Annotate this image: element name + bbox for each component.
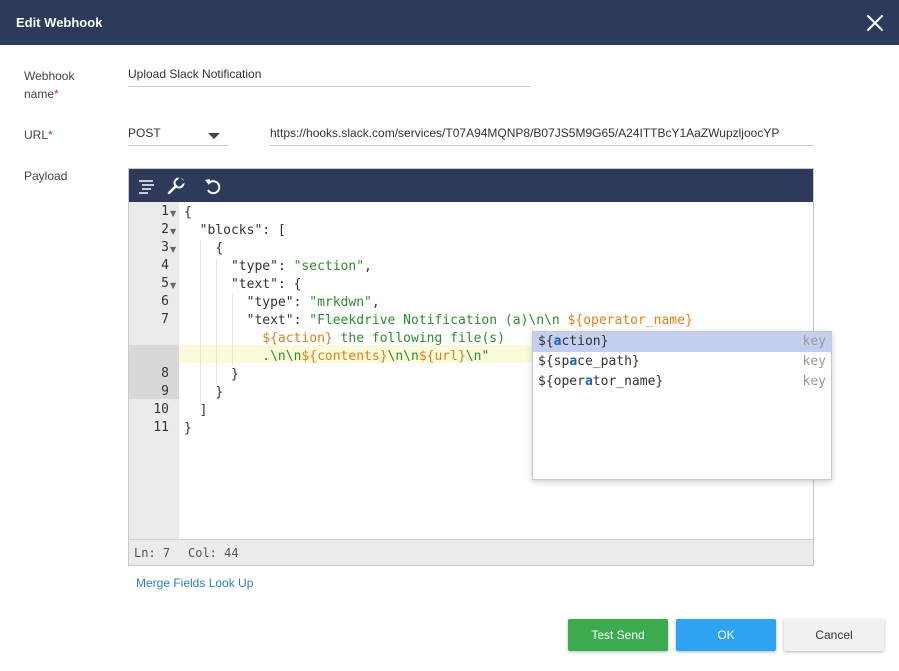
code-token: } (215, 385, 224, 400)
cancel-button[interactable]: Cancel (784, 619, 884, 651)
autocomplete-item-meta: key (802, 374, 826, 389)
autocomplete-item-space-path[interactable]: ${space_path} key (533, 352, 831, 372)
url-input[interactable]: https://hooks.slack.com/services/T07A94M… (270, 126, 814, 146)
ac-match: a (584, 374, 593, 389)
format-icon[interactable] (136, 175, 158, 197)
code-line-7-wrap-1: ${action} the following file(s) (184, 330, 505, 348)
url-label-text: URL (24, 128, 49, 142)
code-variable: ${url} (418, 349, 466, 364)
line-number: 6 (161, 294, 169, 309)
edit-webhook-modal: Edit Webhook Webhook name* Upload Slack … (0, 0, 899, 671)
code-line-7-wrap-2: .\n\n${contents}\n\n${url}\n" (184, 348, 489, 366)
ac-pre: ${sp (538, 354, 570, 369)
code-line-10: ] (184, 402, 208, 420)
code-token: : [ (262, 223, 286, 238)
code-line-2: "blocks": [ (184, 222, 286, 240)
line-number: 5 (161, 276, 169, 291)
code-variable: ${action} (262, 331, 333, 346)
fold-arrow-icon[interactable]: ▼ (170, 281, 176, 290)
code-token: ] (199, 403, 208, 418)
line-number: 7 (161, 312, 169, 327)
autocomplete-item-meta: key (802, 334, 826, 349)
cursor-line-status: Ln: 7 (134, 546, 171, 560)
autocomplete-item-label: ${operator_name} (538, 374, 663, 389)
webhook-name-label: Webhook name* (24, 67, 104, 103)
chevron-down-icon (208, 133, 220, 139)
ac-pre: ${ (538, 334, 554, 349)
code-string: "mrkdwn" (309, 295, 372, 310)
url-label: URL* (24, 126, 53, 144)
code-line-5: "text": { (184, 276, 301, 294)
editor-toolbar (129, 169, 813, 202)
code-string: "section" (293, 259, 365, 274)
code-string: )\n\n (520, 313, 568, 328)
modal-title: Edit Webhook (16, 15, 103, 30)
code-token: { (184, 205, 192, 220)
autocomplete-item-label: ${space_path} (538, 354, 640, 369)
webhook-name-label-text: Webhook name (24, 69, 75, 101)
required-mark: * (48, 128, 53, 142)
code-token: "type" (230, 259, 278, 274)
code-string: .\n\n (262, 349, 302, 364)
code-token: "text" (246, 313, 294, 328)
required-mark: * (54, 87, 59, 101)
method-select-value: POST (128, 126, 161, 140)
code-variable: ${contents} (301, 349, 388, 364)
line-number: 10 (153, 402, 169, 417)
fold-arrow-icon[interactable]: ▼ (170, 227, 176, 236)
code-token: { (215, 241, 224, 256)
line-number: 9 (161, 384, 169, 399)
autocomplete-item-operator-name[interactable]: ${operator_name} key (533, 372, 831, 392)
line-number: 1 (161, 204, 169, 219)
code-line-1: { (184, 204, 192, 222)
line-number: 11 (153, 420, 169, 435)
payload-label: Payload (24, 169, 68, 183)
ac-post: ce_path} (577, 354, 640, 369)
code-string: \n" (465, 349, 490, 364)
line-number: 8 (161, 366, 169, 381)
code-token: "blocks" (199, 223, 263, 238)
code-token: "text" (230, 277, 278, 292)
code-line-7: "text": "Fleekdrive Notification (a)\n\n… (246, 313, 693, 328)
code-string: \n\n (387, 349, 419, 364)
line-number: 3 (161, 240, 169, 255)
line-number: 2 (161, 222, 169, 237)
line-number: 4 (161, 258, 169, 273)
code-line-3: { (184, 240, 223, 258)
autocomplete-item-label: ${action} (538, 334, 608, 349)
ac-post: ction} (561, 334, 609, 349)
modal-header: Edit Webhook (0, 0, 899, 45)
code-token: } (230, 367, 239, 382)
code-line-9: } (184, 384, 223, 402)
method-select[interactable]: POST (128, 126, 228, 146)
undo-icon[interactable] (202, 175, 224, 197)
ac-post: tor_name} (592, 374, 664, 389)
ac-match: a (569, 354, 578, 369)
code-line-4: "type": "section", (230, 259, 372, 274)
close-icon[interactable] (865, 13, 885, 33)
cursor-col-status: Col: 44 (188, 546, 239, 560)
merge-fields-lookup-link[interactable]: Merge Fields Look Up (136, 576, 253, 590)
code-string: "Fleekdrive Notification (a (309, 313, 521, 328)
code-string: the following file(s) (332, 331, 505, 346)
fold-arrow-icon[interactable]: ▼ (170, 209, 176, 218)
code-token: } (184, 421, 192, 436)
test-send-button[interactable]: Test Send (568, 619, 668, 651)
webhook-name-input[interactable]: Upload Slack Notification (128, 67, 530, 87)
ok-button[interactable]: OK (676, 619, 776, 651)
autocomplete-item-action[interactable]: ${action} key (533, 332, 831, 352)
fold-arrow-icon[interactable]: ▼ (170, 245, 176, 254)
code-line-8: } (184, 366, 239, 384)
wrench-icon[interactable] (165, 175, 187, 197)
autocomplete-popup: ${action} key ${space_path} key ${operat… (532, 331, 832, 480)
code-token: "type" (246, 295, 294, 310)
code-line-6: "type": "mrkdwn", (246, 295, 380, 310)
code-variable: ${operator_name} (567, 313, 693, 328)
editor-status-bar: Ln: 7 Col: 44 (129, 539, 813, 565)
code-token: : { (277, 277, 302, 292)
code-line-11: } (184, 420, 192, 438)
autocomplete-item-meta: key (802, 354, 826, 369)
ac-pre: ${oper (538, 374, 585, 389)
